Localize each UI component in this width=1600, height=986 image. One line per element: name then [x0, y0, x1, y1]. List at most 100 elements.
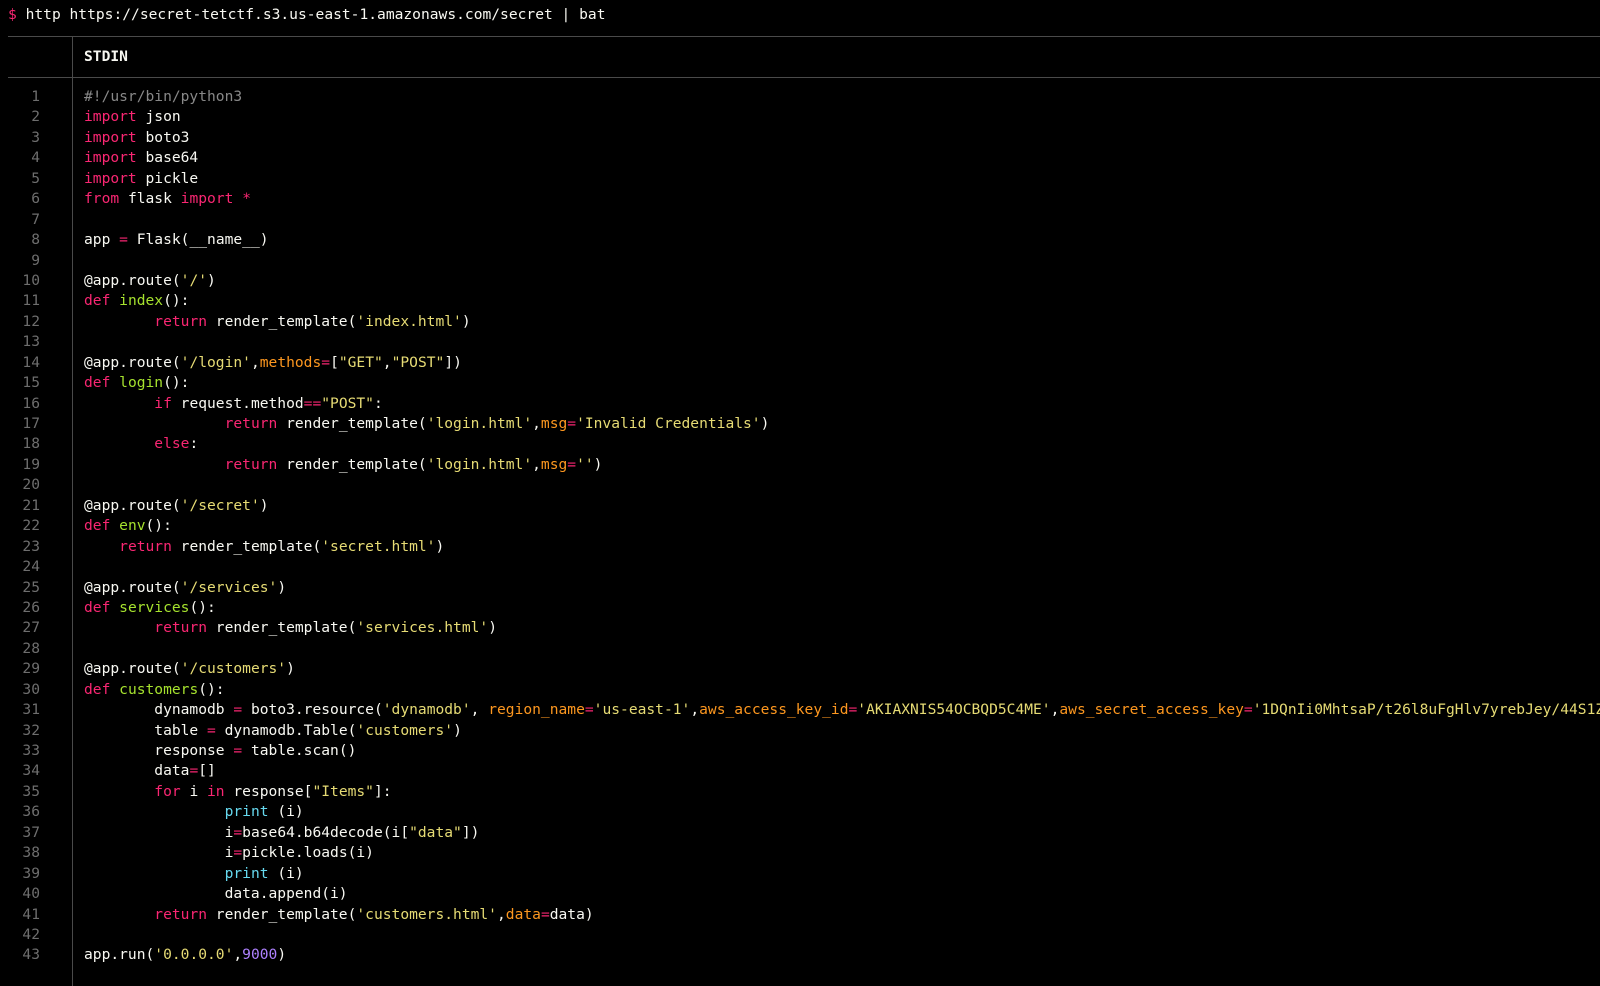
prompt-symbol: $	[8, 6, 17, 23]
code-text: app	[84, 231, 120, 249]
code-keyword: =	[584, 701, 594, 719]
line-number: 32	[22, 721, 40, 739]
code-text: json	[136, 108, 181, 126]
code-keyword: return	[224, 455, 278, 473]
line-number: 31	[22, 701, 40, 719]
line-number: 20	[22, 476, 40, 494]
code-line: 34 data=[]	[0, 761, 1600, 781]
line-number: 23	[22, 537, 40, 555]
line-number: 11	[22, 292, 40, 310]
code-text: )	[277, 946, 287, 964]
code-line: 39 print (i)	[0, 864, 1600, 884]
code-text: )	[461, 312, 471, 330]
line-number: 34	[22, 762, 40, 780]
line-number: 6	[31, 190, 40, 208]
code-text: )	[259, 496, 269, 514]
code-text: )	[207, 271, 216, 289]
code-line: 5 import pickle	[0, 169, 1600, 189]
code-source: def customers():	[84, 680, 225, 700]
code-line: 14 @app.route('/login',methods=["GET","PO…	[0, 353, 1600, 373]
code-keyword: =	[1243, 701, 1253, 719]
code-keyword: in	[207, 782, 225, 800]
code-line: 1 #!/usr/bin/python3	[0, 87, 1600, 107]
code-source: return render_template('login.html',msg=…	[84, 414, 770, 434]
code-line: 40 data.append(i)	[0, 884, 1600, 904]
code-text: ,	[470, 701, 489, 719]
code-source: return render_template('index.html')	[84, 312, 471, 332]
code-source: data.append(i)	[84, 884, 348, 904]
code-source: app = Flask(__name__)	[84, 230, 269, 250]
code-string: 'us-east-1'	[593, 701, 691, 719]
code-keyword: =	[189, 762, 199, 780]
terminal-command: http https://secret-tetctf.s3.us-east-1.…	[25, 6, 606, 23]
code-line: 16 if request.method=="POST":	[0, 394, 1600, 414]
line-number: 27	[22, 619, 40, 637]
code-text: ():	[189, 598, 216, 616]
code-string: '/login'	[180, 353, 251, 371]
code-source: import pickle	[84, 169, 198, 189]
code-line: 13	[0, 332, 1600, 352]
viewer-top-border	[8, 36, 1600, 37]
code-line: 6 from flask import *	[0, 189, 1600, 209]
code-string: "POST"	[391, 353, 445, 371]
code-text: data	[84, 762, 190, 780]
code-string: 'services.html'	[356, 619, 489, 637]
line-number: 30	[22, 680, 40, 698]
code-text: @app.route(	[84, 578, 181, 596]
line-number: 41	[22, 905, 40, 923]
code-text: dynamodb.Table(	[215, 721, 357, 739]
code-function-name: login	[119, 374, 164, 392]
code-text: boto3.resource(	[242, 701, 383, 719]
code-text: flask	[119, 190, 181, 208]
code-text: )	[760, 415, 770, 432]
code-text: )	[435, 537, 445, 555]
code-text: (i)	[268, 803, 304, 821]
code-parameter: aws_access_key_id	[699, 701, 849, 719]
code-comment: #!/usr/bin/python3	[84, 88, 243, 105]
line-number: 16	[22, 394, 40, 412]
code-text: ,	[250, 353, 260, 371]
code-keyword: if	[154, 394, 172, 412]
code-builtin: print	[224, 864, 269, 882]
line-number: 35	[22, 782, 40, 800]
code-line: 9	[0, 251, 1600, 271]
code-line: 41 return render_template('customers.htm…	[0, 905, 1600, 925]
code-text: render_template(	[207, 905, 357, 923]
code-function-name: services	[119, 598, 190, 616]
code-string: "POST"	[321, 394, 374, 412]
code-keyword: return	[154, 905, 208, 923]
code-source: return render_template('customers.html',…	[84, 905, 594, 925]
code-text: dynamodb	[84, 701, 234, 719]
code-text: render_template(	[171, 537, 322, 555]
code-keyword: =	[207, 721, 216, 739]
code-line: 2 import json	[0, 107, 1600, 127]
code-string: 'secret.html'	[321, 537, 436, 555]
code-source: print (i)	[84, 802, 304, 822]
line-number: 22	[22, 517, 40, 535]
code-string: "Items"	[312, 782, 374, 800]
line-number: 2	[31, 108, 40, 126]
code-text: render_template(	[277, 455, 427, 473]
line-number: 7	[31, 210, 40, 228]
code-parameter: msg	[540, 455, 568, 473]
code-keyword: import	[84, 169, 137, 187]
code-source: @app.route('/')	[84, 271, 216, 291]
code-line: 37 i=base64.b64decode(i["data"])	[0, 823, 1600, 843]
code-source: import json	[84, 107, 181, 127]
line-number: 25	[22, 578, 40, 596]
code-line: 8 app = Flask(__name__)	[0, 230, 1600, 250]
code-text: Flask(__name__)	[127, 231, 269, 249]
code-text: data)	[549, 905, 594, 923]
line-number: 15	[22, 374, 40, 392]
line-number: 19	[22, 455, 40, 473]
code-source: data=[]	[84, 761, 216, 781]
code-line: 22 def env():	[0, 516, 1600, 536]
code-source: i=pickle.loads(i)	[84, 843, 374, 863]
line-number: 5	[31, 169, 40, 187]
code-text: )	[277, 578, 287, 596]
code-keyword: =	[848, 701, 858, 719]
